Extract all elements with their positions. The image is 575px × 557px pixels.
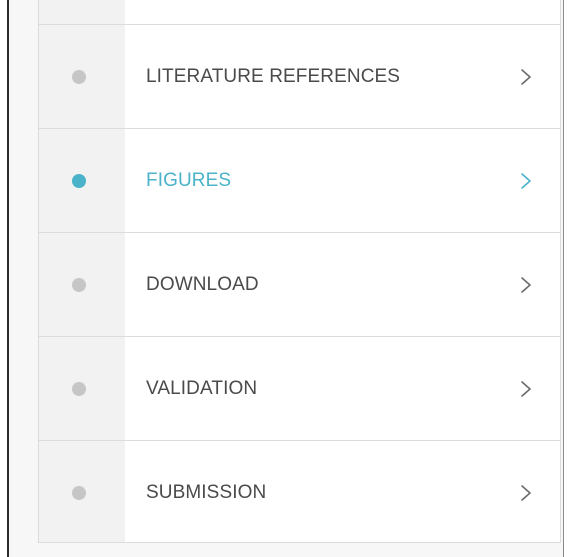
step-label: FIGURES bbox=[146, 170, 232, 191]
step-navigation-panel: LITERATURE REFERENCES FIGURES DOWNLOAD V… bbox=[38, 0, 561, 543]
status-dot-icon bbox=[72, 382, 86, 396]
step-item-figures[interactable]: FIGURES bbox=[39, 129, 560, 233]
status-dot-icon bbox=[72, 174, 86, 188]
step-label: LITERATURE REFERENCES bbox=[146, 66, 401, 87]
chevron-right-icon bbox=[519, 481, 533, 505]
status-dot-icon bbox=[72, 70, 86, 84]
window-frame-left bbox=[0, 0, 9, 557]
previous-step-item-partial[interactable] bbox=[39, 0, 560, 25]
step-label: VALIDATION bbox=[146, 378, 258, 399]
chevron-right-icon bbox=[519, 273, 533, 297]
step-item-submission[interactable]: SUBMISSION bbox=[39, 441, 560, 544]
step-list: LITERATURE REFERENCES FIGURES DOWNLOAD V… bbox=[39, 25, 560, 544]
chevron-right-icon bbox=[519, 65, 533, 89]
status-dot-icon bbox=[72, 278, 86, 292]
step-item-literature-references[interactable]: LITERATURE REFERENCES bbox=[39, 25, 560, 129]
status-dot-icon bbox=[72, 486, 86, 500]
step-item-validation[interactable]: VALIDATION bbox=[39, 337, 560, 441]
step-label: DOWNLOAD bbox=[146, 274, 259, 295]
chevron-right-icon bbox=[519, 169, 533, 193]
window-frame-right bbox=[563, 0, 575, 557]
step-label: SUBMISSION bbox=[146, 482, 267, 503]
step-item-download[interactable]: DOWNLOAD bbox=[39, 233, 560, 337]
chevron-right-icon bbox=[519, 377, 533, 401]
